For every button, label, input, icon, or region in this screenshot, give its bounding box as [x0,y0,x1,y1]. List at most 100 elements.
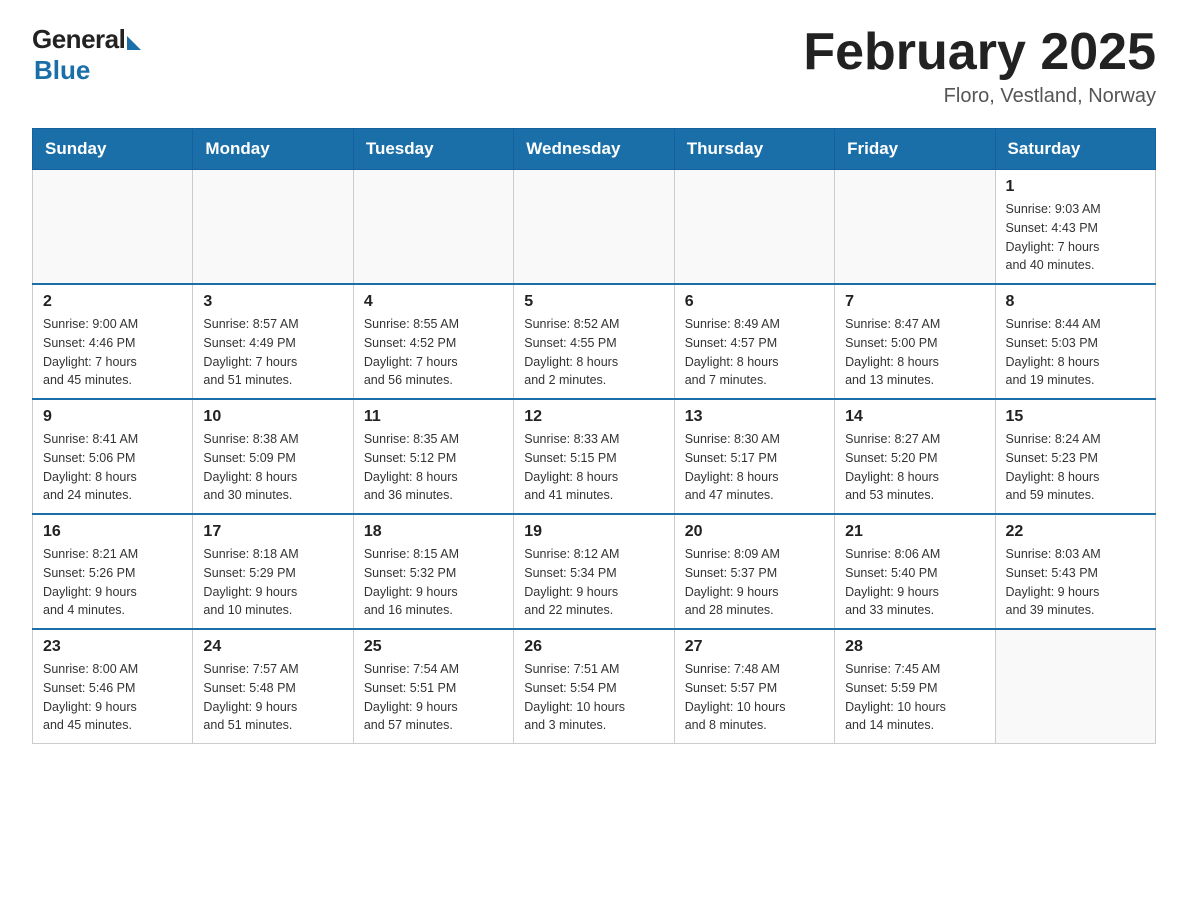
calendar-cell: 3Sunrise: 8:57 AMSunset: 4:49 PMDaylight… [193,284,353,399]
calendar-table: SundayMondayTuesdayWednesdayThursdayFrid… [32,128,1156,744]
calendar-cell: 14 Sunrise: 8:27 AMSunset: 5:20 PMDayligh… [835,399,995,514]
day-number: 15 [1006,408,1145,426]
day-info: Sunrise: 8:44 AMSunset: 5:03 PMDaylight:… [1006,315,1145,390]
calendar-cell: 2 Sunrise: 9:00 AMSunset: 4:46 PMDaylight… [33,284,193,399]
calendar-cell: 9 Sunrise: 8:41 AMSunset: 5:06 PMDaylight… [33,399,193,514]
week-row-2: 2 Sunrise: 9:00 AMSunset: 4:46 PMDaylight… [33,284,1156,399]
calendar-cell: 7 Sunrise: 8:47 AMSunset: 5:00 PMDaylight… [835,284,995,399]
calendar-cell: 4 Sunrise: 8:55 AMSunset: 4:52 PMDaylight… [353,284,513,399]
header-monday: Monday [193,129,353,170]
calendar-header-row: SundayMondayTuesdayWednesdayThursdayFrid… [33,129,1156,170]
week-row-4: 16 Sunrise: 8:21 AMSunset: 5:26 PMDayligh… [33,514,1156,629]
calendar-cell: 21 Sunrise: 8:06 AMSunset: 5:40 PMDayligh… [835,514,995,629]
header-friday: Friday [835,129,995,170]
calendar-cell: 11Sunrise: 8:35 AMSunset: 5:12 PMDayligh… [353,399,513,514]
day-number: 28 [845,638,984,656]
calendar-cell [514,170,674,285]
logo-triangle-icon [127,36,141,50]
day-number: 21 [845,523,984,541]
day-info: Sunrise: 9:00 AMSunset: 4:46 PMDaylight:… [43,315,182,390]
calendar-cell: 6 Sunrise: 8:49 AMSunset: 4:57 PMDaylight… [674,284,834,399]
day-number: 5 [524,293,663,311]
day-info: Sunrise: 8:21 AMSunset: 5:26 PMDaylight:… [43,545,182,620]
day-number: 14 [845,408,984,426]
main-title: February 2025 [803,24,1156,81]
calendar-cell: 26Sunrise: 7:51 AMSunset: 5:54 PMDayligh… [514,629,674,744]
calendar-cell [33,170,193,285]
location-subtitle: Floro, Vestland, Norway [803,85,1156,108]
day-number: 13 [685,408,824,426]
calendar-cell: 10 Sunrise: 8:38 AMSunset: 5:09 PMDayligh… [193,399,353,514]
day-number: 4 [364,293,503,311]
logo-blue-text: Blue [34,55,90,86]
day-info: Sunrise: 8:47 AMSunset: 5:00 PMDaylight:… [845,315,984,390]
week-row-1: 1 Sunrise: 9:03 AMSunset: 4:43 PMDaylight… [33,170,1156,285]
day-info: Sunrise: 8:35 AMSunset: 5:12 PMDaylight:… [364,430,503,505]
title-area: February 2025 Floro, Vestland, Norway [803,24,1156,108]
day-info: Sunrise: 8:41 AMSunset: 5:06 PMDaylight:… [43,430,182,505]
calendar-cell [995,629,1155,744]
day-number: 27 [685,638,824,656]
week-row-3: 9 Sunrise: 8:41 AMSunset: 5:06 PMDaylight… [33,399,1156,514]
calendar-cell [193,170,353,285]
day-info: Sunrise: 9:03 AMSunset: 4:43 PMDaylight:… [1006,200,1145,275]
day-info: Sunrise: 7:57 AMSunset: 5:48 PMDaylight:… [203,660,342,735]
day-number: 2 [43,293,182,311]
calendar-cell: 8 Sunrise: 8:44 AMSunset: 5:03 PMDaylight… [995,284,1155,399]
day-info: Sunrise: 8:03 AMSunset: 5:43 PMDaylight:… [1006,545,1145,620]
day-number: 25 [364,638,503,656]
day-info: Sunrise: 8:24 AMSunset: 5:23 PMDaylight:… [1006,430,1145,505]
calendar-cell: 17 Sunrise: 8:18 AMSunset: 5:29 PMDayligh… [193,514,353,629]
calendar-cell: 16 Sunrise: 8:21 AMSunset: 5:26 PMDayligh… [33,514,193,629]
header-sunday: Sunday [33,129,193,170]
calendar-cell: 28 Sunrise: 7:45 AMSunset: 5:59 PMDayligh… [835,629,995,744]
day-number: 10 [203,408,342,426]
day-number: 6 [685,293,824,311]
calendar-cell: 15 Sunrise: 8:24 AMSunset: 5:23 PMDayligh… [995,399,1155,514]
header-saturday: Saturday [995,129,1155,170]
day-number: 19 [524,523,663,541]
calendar-cell: 20Sunrise: 8:09 AMSunset: 5:37 PMDayligh… [674,514,834,629]
calendar-cell: 18 Sunrise: 8:15 AMSunset: 5:32 PMDayligh… [353,514,513,629]
logo: General Blue [32,24,141,86]
day-number: 22 [1006,523,1145,541]
day-number: 7 [845,293,984,311]
calendar-cell [835,170,995,285]
header-wednesday: Wednesday [514,129,674,170]
day-info: Sunrise: 8:38 AMSunset: 5:09 PMDaylight:… [203,430,342,505]
day-info: Sunrise: 8:27 AMSunset: 5:20 PMDaylight:… [845,430,984,505]
calendar-cell: 1 Sunrise: 9:03 AMSunset: 4:43 PMDaylight… [995,170,1155,285]
day-info: Sunrise: 8:00 AMSunset: 5:46 PMDaylight:… [43,660,182,735]
calendar-cell: 24 Sunrise: 7:57 AMSunset: 5:48 PMDayligh… [193,629,353,744]
day-info: Sunrise: 7:54 AMSunset: 5:51 PMDaylight:… [364,660,503,735]
day-info: Sunrise: 8:55 AMSunset: 4:52 PMDaylight:… [364,315,503,390]
day-info: Sunrise: 8:09 AMSunset: 5:37 PMDaylight:… [685,545,824,620]
week-row-5: 23Sunrise: 8:00 AMSunset: 5:46 PMDayligh… [33,629,1156,744]
day-number: 8 [1006,293,1145,311]
page-header: General Blue February 2025 Floro, Vestla… [32,24,1156,108]
day-info: Sunrise: 8:49 AMSunset: 4:57 PMDaylight:… [685,315,824,390]
day-number: 17 [203,523,342,541]
calendar-cell: 12Sunrise: 8:33 AMSunset: 5:15 PMDayligh… [514,399,674,514]
day-info: Sunrise: 8:06 AMSunset: 5:40 PMDaylight:… [845,545,984,620]
day-number: 1 [1006,178,1145,196]
day-number: 16 [43,523,182,541]
day-number: 18 [364,523,503,541]
calendar-cell: 22 Sunrise: 8:03 AMSunset: 5:43 PMDayligh… [995,514,1155,629]
day-info: Sunrise: 8:18 AMSunset: 5:29 PMDaylight:… [203,545,342,620]
day-info: Sunrise: 8:30 AMSunset: 5:17 PMDaylight:… [685,430,824,505]
day-info: Sunrise: 7:45 AMSunset: 5:59 PMDaylight:… [845,660,984,735]
calendar-cell: 5 Sunrise: 8:52 AMSunset: 4:55 PMDaylight… [514,284,674,399]
day-number: 3 [203,293,342,311]
calendar-cell: 13 Sunrise: 8:30 AMSunset: 5:17 PMDayligh… [674,399,834,514]
day-number: 9 [43,408,182,426]
header-thursday: Thursday [674,129,834,170]
day-info: Sunrise: 7:48 AMSunset: 5:57 PMDaylight:… [685,660,824,735]
calendar-cell [674,170,834,285]
day-number: 24 [203,638,342,656]
header-tuesday: Tuesday [353,129,513,170]
day-info: Sunrise: 8:15 AMSunset: 5:32 PMDaylight:… [364,545,503,620]
calendar-cell [353,170,513,285]
day-info: Sunrise: 8:52 AMSunset: 4:55 PMDaylight:… [524,315,663,390]
calendar-cell: 23Sunrise: 8:00 AMSunset: 5:46 PMDayligh… [33,629,193,744]
